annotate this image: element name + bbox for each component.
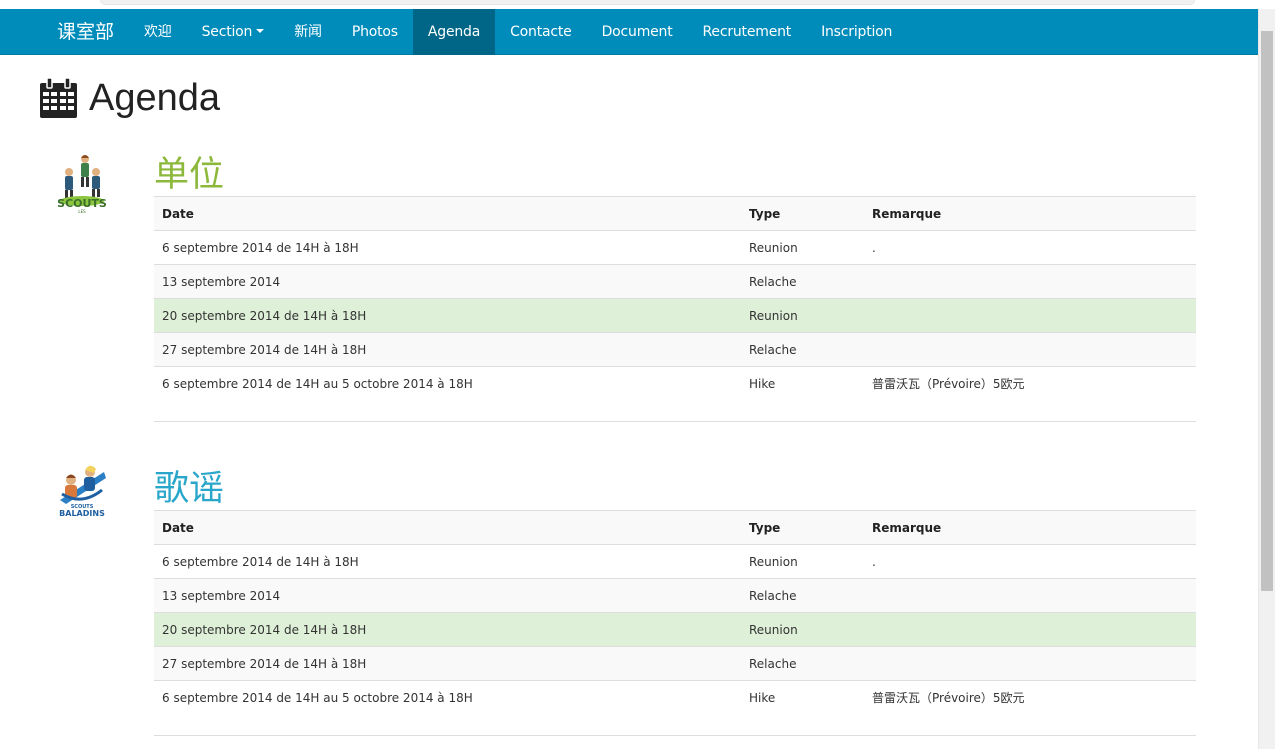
table-row: 13 septembre 2014 Relache [154, 578, 1196, 613]
page-title-text: Agenda [89, 76, 221, 119]
cell-type: Reunion [741, 612, 864, 647]
cell-date: 6 septembre 2014 de 14H à 18H [154, 230, 741, 265]
cell-date: 13 septembre 2014 [154, 578, 741, 613]
nav-item-label: Agenda [427, 24, 481, 40]
nav-item-label: 欢迎 [144, 24, 172, 40]
cell-remark [864, 298, 1196, 333]
calendar-icon [40, 78, 77, 118]
cell-remark [864, 332, 1196, 367]
table-row: 6 septembre 2014 de 14H au 5 octobre 201… [154, 366, 1196, 401]
nav-item-label: Contacte [510, 24, 572, 40]
top-navbar: 课室部 欢迎 Section 新闻 Photos Agenda Contacte… [0, 9, 1258, 55]
cell-type: Relache [741, 332, 864, 367]
table-row: 27 septembre 2014 de 14H à 18H Relache [154, 646, 1196, 681]
vertical-scrollbar[interactable] [1258, 9, 1275, 749]
baladins-logo: SCOUTS BALADINS [59, 465, 106, 518]
nav-item-news[interactable]: 新闻 [279, 9, 337, 55]
section-heading: 单位 [154, 155, 225, 195]
cell-remark [864, 264, 1196, 299]
page-title: Agenda [40, 72, 220, 124]
nav-item-label: Document [601, 24, 673, 40]
table-header-row: Date Type Remarque [154, 510, 1196, 545]
cell-remark: . [864, 544, 1196, 579]
cell-type: Relache [741, 264, 864, 299]
nav-item-welcome[interactable]: 欢迎 [129, 9, 187, 55]
nav-brand[interactable]: 课室部 [57, 9, 114, 55]
scrollbar-thumb[interactable] [1261, 31, 1273, 591]
nav-menu: 欢迎 Section 新闻 Photos Agenda Contacte Doc… [129, 9, 907, 55]
nav-item-label: Inscription [821, 24, 893, 40]
table-row: 13 septembre 2014 Relache [154, 264, 1196, 299]
table-bottom-rule [154, 421, 1196, 422]
nav-item-inscription[interactable]: Inscription [806, 9, 907, 55]
cell-type: Reunion [741, 544, 864, 579]
cell-date: 27 septembre 2014 de 14H à 18H [154, 332, 741, 367]
column-header-date: Date [154, 510, 741, 545]
table-row: 20 septembre 2014 de 14H à 18H Reunion [154, 612, 1196, 647]
cell-date: 6 septembre 2014 de 14H au 5 octobre 201… [154, 680, 741, 715]
cell-remark: 普雷沃瓦（Prévoire）5欧元 [864, 680, 1196, 715]
nav-item-label: Recrutement [702, 24, 792, 40]
column-header-type: Type [741, 196, 864, 231]
cell-date: 20 septembre 2014 de 14H à 18H [154, 298, 741, 333]
cell-remark: 普雷沃瓦（Prévoire）5欧元 [864, 366, 1196, 401]
cell-type: Hike [741, 680, 864, 715]
table-row: 6 septembre 2014 de 14H à 18H Reunion . [154, 230, 1196, 265]
scouts-logo: SCOUTS LES [57, 155, 107, 214]
table-row: 6 septembre 2014 de 14H au 5 octobre 201… [154, 680, 1196, 715]
cell-type: Relache [741, 646, 864, 681]
address-bar-edge [100, 0, 1195, 5]
column-header-type: Type [741, 510, 864, 545]
svg-text:LES: LES [78, 209, 86, 214]
nav-item-label: Section [201, 24, 253, 40]
nav-item-label: 新闻 [294, 24, 322, 40]
cell-date: 27 septembre 2014 de 14H à 18H [154, 646, 741, 681]
column-header-date: Date [154, 196, 741, 231]
table-header-row: Date Type Remarque [154, 196, 1196, 231]
column-header-remark: Remarque [864, 510, 1196, 545]
nav-item-agenda[interactable]: Agenda [412, 9, 496, 55]
nav-item-contact[interactable]: Contacte [495, 9, 586, 55]
table-row: 20 septembre 2014 de 14H à 18H Reunion [154, 298, 1196, 333]
section-heading: 歌谣 [154, 469, 225, 509]
cell-remark [864, 646, 1196, 681]
column-header-remark: Remarque [864, 196, 1196, 231]
table-row: 6 septembre 2014 de 14H à 18H Reunion . [154, 544, 1196, 579]
nav-item-document[interactable]: Document [587, 9, 688, 55]
cell-type: Hike [741, 366, 864, 401]
cell-date: 6 septembre 2014 de 14H à 18H [154, 544, 741, 579]
cell-date: 6 septembre 2014 de 14H au 5 octobre 201… [154, 366, 741, 401]
cell-remark [864, 578, 1196, 613]
cell-date: 20 septembre 2014 de 14H à 18H [154, 612, 741, 647]
table-row: 27 septembre 2014 de 14H à 18H Relache [154, 332, 1196, 367]
nav-item-photos[interactable]: Photos [337, 9, 413, 55]
agenda-table: Date Type Remarque 6 septembre 2014 de 1… [154, 510, 1196, 715]
browser-chrome-strip [0, 0, 1275, 9]
nav-item-recruitment[interactable]: Recrutement [688, 9, 807, 55]
cell-remark: . [864, 230, 1196, 265]
cell-date: 13 septembre 2014 [154, 264, 741, 299]
caret-down-icon [256, 29, 265, 33]
svg-text:BALADINS: BALADINS [59, 509, 105, 518]
nav-item-section-dropdown[interactable]: Section [187, 9, 280, 55]
cell-type: Relache [741, 578, 864, 613]
cell-type: Reunion [741, 230, 864, 265]
nav-item-label: Photos [351, 24, 398, 40]
agenda-table: Date Type Remarque 6 septembre 2014 de 1… [154, 196, 1196, 401]
table-bottom-rule [154, 735, 1196, 736]
cell-type: Reunion [741, 298, 864, 333]
cell-remark [864, 612, 1196, 647]
